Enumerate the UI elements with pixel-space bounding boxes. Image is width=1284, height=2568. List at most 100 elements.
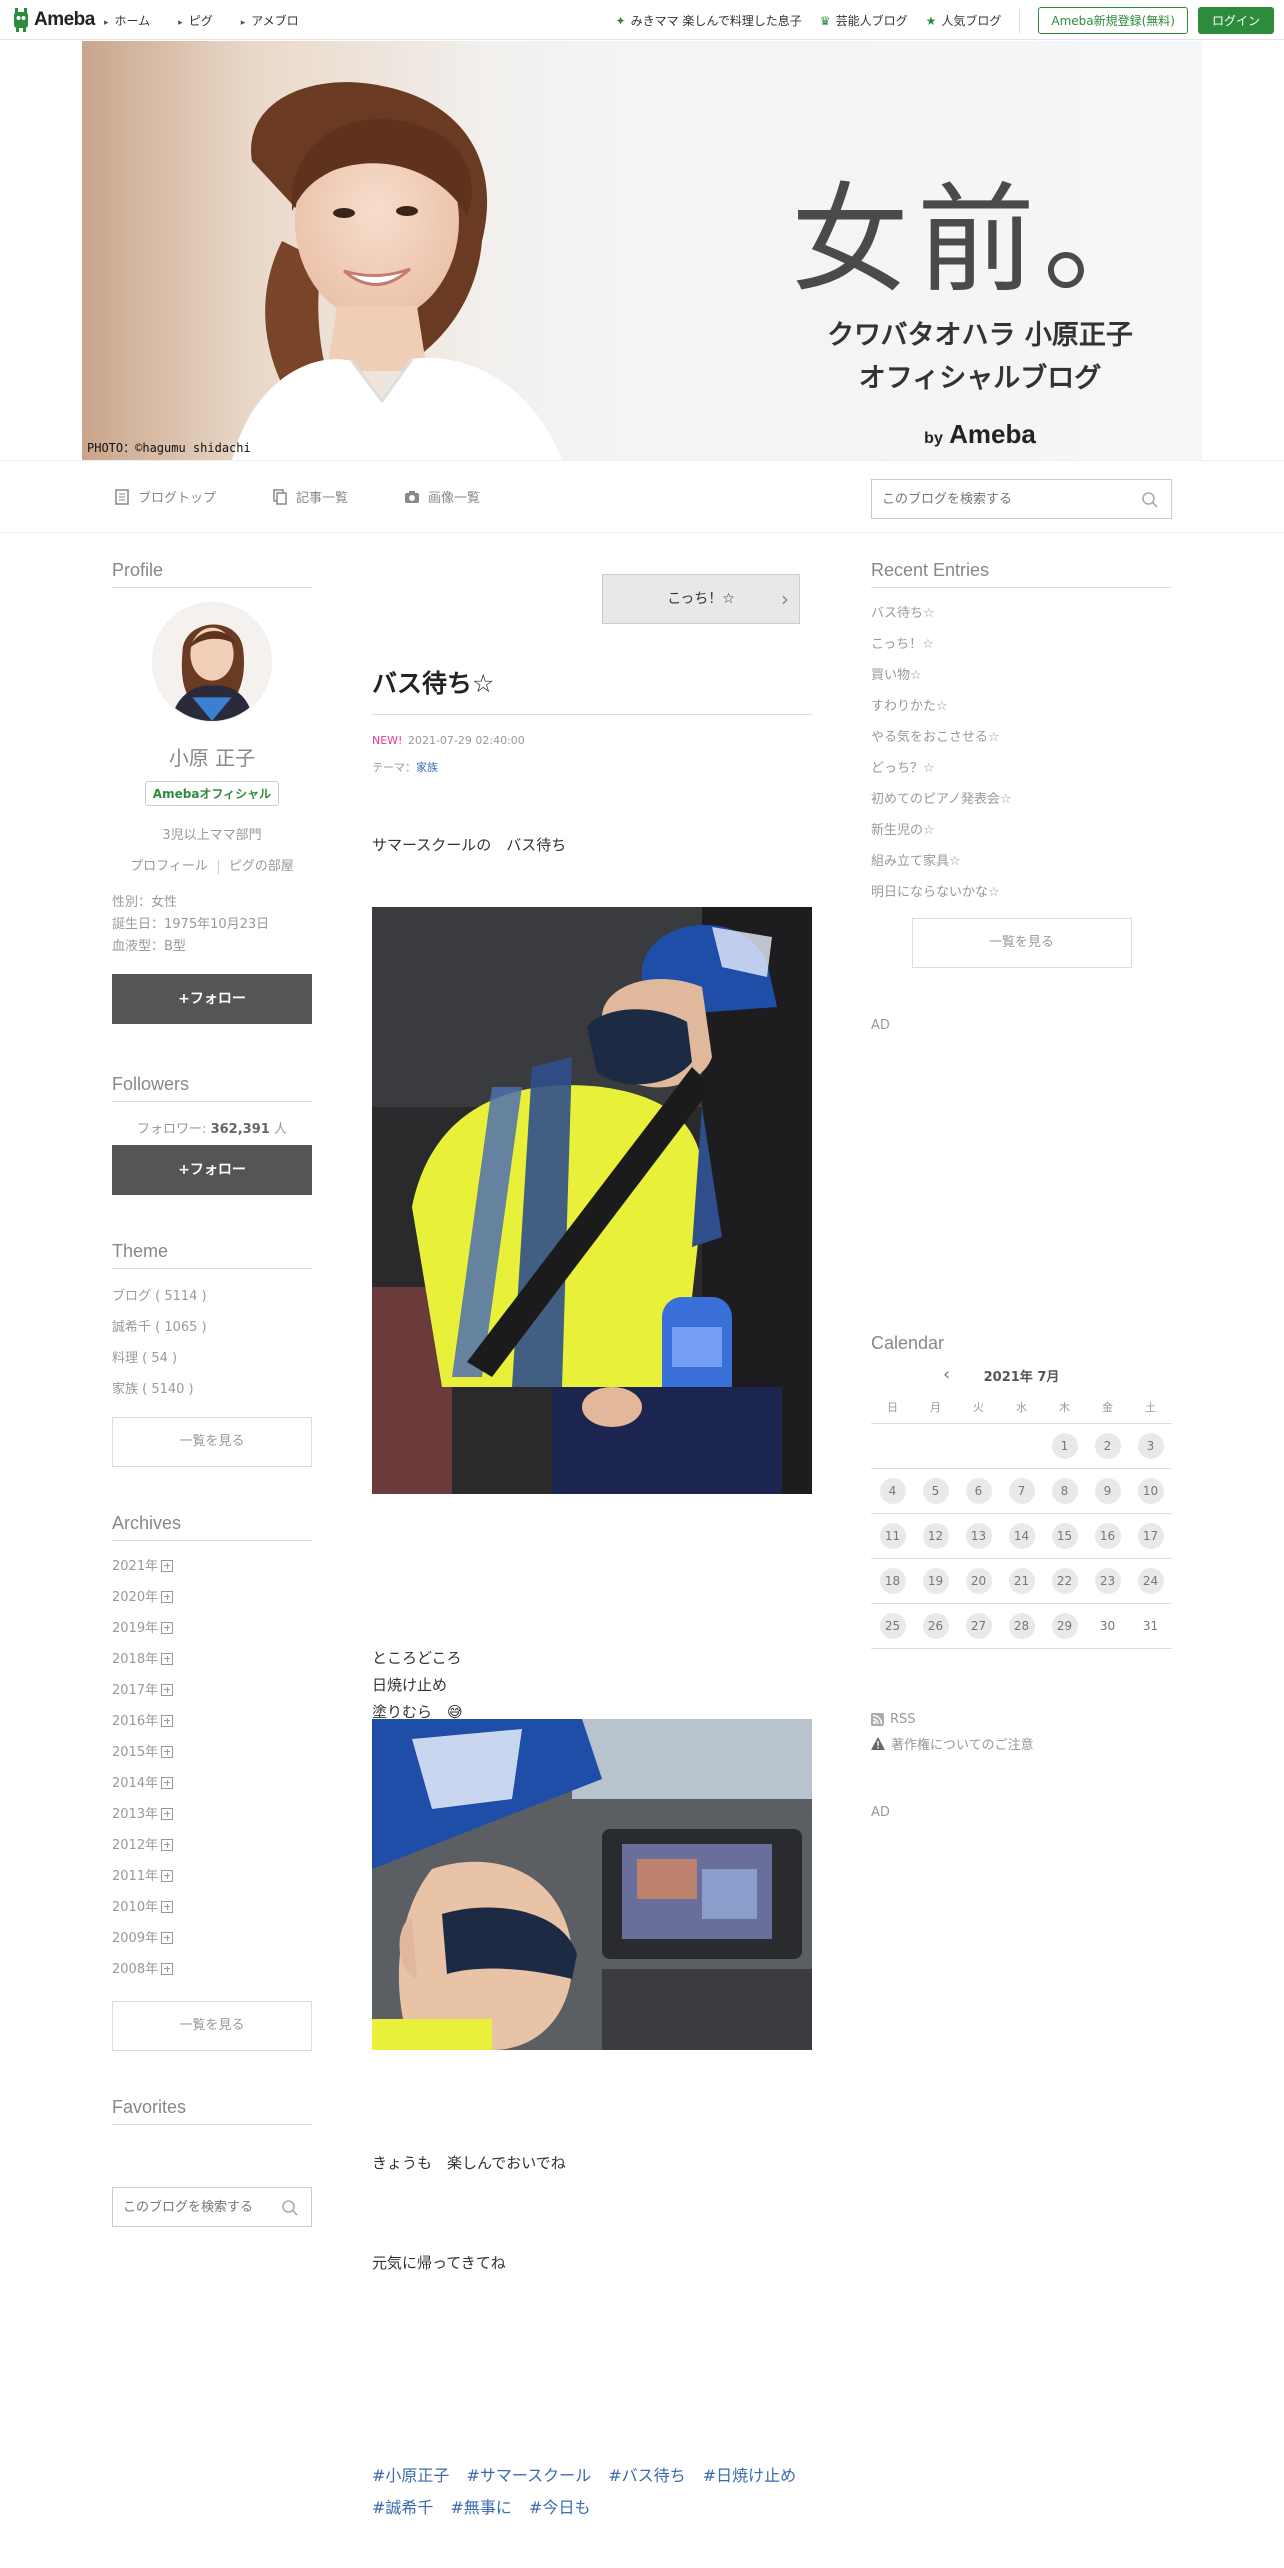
- archive-year[interactable]: 2008年: [112, 1954, 312, 1985]
- calendar-day[interactable]: 11: [871, 1514, 914, 1559]
- archive-year[interactable]: 2010年: [112, 1892, 312, 1923]
- calendar-day[interactable]: 27: [957, 1604, 1000, 1649]
- calendar-day[interactable]: 29: [1043, 1604, 1086, 1649]
- calendar-day[interactable]: 19: [914, 1559, 957, 1604]
- calendar-day[interactable]: 22: [1043, 1559, 1086, 1604]
- archive-year[interactable]: 2019年: [112, 1613, 312, 1644]
- recent-entry-link[interactable]: 買い物☆: [871, 660, 1172, 691]
- blog-search-input[interactable]: [872, 480, 1127, 518]
- recent-entry-link[interactable]: どっち？☆: [871, 753, 1172, 784]
- archive-year[interactable]: 2012年: [112, 1830, 312, 1861]
- login-button[interactable]: ログイン: [1197, 7, 1274, 34]
- recent-entry-link[interactable]: すわりかた☆: [871, 691, 1172, 722]
- recent-entry-link[interactable]: バス待ち☆: [871, 598, 1172, 629]
- follow-button[interactable]: +フォロー: [112, 974, 312, 1024]
- calendar-day[interactable]: 17: [1129, 1514, 1172, 1559]
- expand-icon[interactable]: [161, 1962, 174, 1975]
- link-popular-blogs[interactable]: ★ 人気ブログ: [926, 12, 1002, 29]
- recent-entry-link[interactable]: こっち！☆: [871, 629, 1172, 660]
- hashtag-link[interactable]: #サマースクール: [467, 2466, 592, 2485]
- calendar-day[interactable]: 4: [871, 1469, 914, 1514]
- calendar-day[interactable]: 7: [1000, 1469, 1043, 1514]
- calendar-day[interactable]: 26: [914, 1604, 957, 1649]
- recent-entry-link[interactable]: 明日にならないかな☆: [871, 877, 1172, 908]
- archive-year[interactable]: 2009年: [112, 1923, 312, 1954]
- expand-icon[interactable]: [161, 1931, 174, 1944]
- archive-year[interactable]: 2020年: [112, 1582, 312, 1613]
- calendar-day[interactable]: 24: [1129, 1559, 1172, 1604]
- link-featured-entry[interactable]: ✦ みきママ 楽しんで料理した息子: [616, 12, 802, 29]
- expand-icon[interactable]: [161, 1590, 174, 1603]
- follow-button-2[interactable]: +フォロー: [112, 1145, 312, 1195]
- archive-year[interactable]: 2018年: [112, 1644, 312, 1675]
- expand-icon[interactable]: [161, 1869, 174, 1882]
- theme-more-button[interactable]: 一覧を見る: [112, 1417, 312, 1467]
- expand-icon[interactable]: [161, 1714, 174, 1727]
- archive-year[interactable]: 2017年: [112, 1675, 312, 1706]
- calendar-day[interactable]: 3: [1129, 1424, 1172, 1469]
- pigg-room-link[interactable]: ピグの部屋: [229, 859, 294, 874]
- nav-image-list[interactable]: 画像一覧: [404, 487, 480, 506]
- sidebar-search-input[interactable]: [113, 2188, 282, 2226]
- calendar-day[interactable]: 12: [914, 1514, 957, 1559]
- archive-year[interactable]: 2016年: [112, 1706, 312, 1737]
- blog-header-banner[interactable]: 女前。 クワバタオハラ 小原正子 オフィシャルブログ by Ameba PHOT…: [82, 41, 1202, 460]
- calendar-day[interactable]: 14: [1000, 1514, 1043, 1559]
- copyright-notice-link[interactable]: 著作権についてのご注意: [871, 1731, 1172, 1755]
- hashtag-link[interactable]: #日焼け止め: [703, 2466, 796, 2485]
- calendar-day[interactable]: 31: [1129, 1604, 1172, 1649]
- calendar-day[interactable]: 8: [1043, 1469, 1086, 1514]
- entry-title[interactable]: バス待ち☆: [372, 664, 812, 715]
- calendar-day[interactable]: 16: [1086, 1514, 1129, 1559]
- entry-theme-link[interactable]: 家族: [416, 761, 438, 774]
- nav-pigg[interactable]: ピグ: [178, 12, 213, 29]
- theme-item[interactable]: ブログ ( 5114 ): [112, 1281, 312, 1312]
- calendar-day[interactable]: 1: [1043, 1424, 1086, 1469]
- calendar-day[interactable]: 21: [1000, 1559, 1043, 1604]
- hashtag-link[interactable]: #今日も: [529, 2498, 590, 2517]
- hashtag-link[interactable]: #誠希千: [372, 2498, 433, 2517]
- theme-item[interactable]: 家族 ( 5140 ): [112, 1374, 312, 1405]
- entry-photo-child-seat[interactable]: [372, 907, 812, 1494]
- calendar-day[interactable]: 9: [1086, 1469, 1129, 1514]
- profile-category[interactable]: 3児以上ママ部門: [112, 824, 312, 843]
- recent-entry-link[interactable]: 初めてのピアノ発表会☆: [871, 784, 1172, 815]
- recent-entry-link[interactable]: 新生児の☆: [871, 815, 1172, 846]
- nav-home[interactable]: ホーム: [104, 12, 151, 29]
- register-button[interactable]: Ameba新規登録(無料): [1038, 7, 1188, 34]
- calendar-day[interactable]: 25: [871, 1604, 914, 1649]
- expand-icon[interactable]: [161, 1652, 174, 1665]
- recent-entry-link[interactable]: 組み立て家具☆: [871, 846, 1172, 877]
- ameba-logo[interactable]: Ameba: [12, 8, 95, 32]
- calendar-day[interactable]: 5: [914, 1469, 957, 1514]
- link-celebrity-blogs[interactable]: ♛ 芸能人ブログ: [820, 12, 908, 29]
- expand-icon[interactable]: [161, 1621, 174, 1634]
- calendar-day[interactable]: 10: [1129, 1469, 1172, 1514]
- calendar-day[interactable]: 23: [1086, 1559, 1129, 1604]
- theme-item[interactable]: 料理 ( 54 ): [112, 1343, 312, 1374]
- calendar-day[interactable]: 30: [1086, 1604, 1129, 1649]
- expand-icon[interactable]: [161, 1683, 174, 1696]
- calendar-day[interactable]: 18: [871, 1559, 914, 1604]
- search-icon[interactable]: [1141, 491, 1159, 509]
- calendar-day[interactable]: 2: [1086, 1424, 1129, 1469]
- profile-link[interactable]: プロフィール: [130, 859, 208, 874]
- hashtag-link[interactable]: #小原正子: [372, 2466, 449, 2485]
- next-entry-button[interactable]: こっち！☆ ›: [602, 574, 800, 624]
- expand-icon[interactable]: [161, 1559, 174, 1572]
- expand-icon[interactable]: [161, 1776, 174, 1789]
- archive-year[interactable]: 2014年: [112, 1768, 312, 1799]
- nav-blog-top[interactable]: ブログトップ: [114, 487, 216, 506]
- archives-more-button[interactable]: 一覧を見る: [112, 2001, 312, 2051]
- calendar-day[interactable]: 20: [957, 1559, 1000, 1604]
- nav-ameblo[interactable]: アメブロ: [241, 12, 298, 29]
- entry-photo-car-screen[interactable]: [372, 1719, 812, 2050]
- archive-year[interactable]: 2021年: [112, 1551, 312, 1582]
- chevron-left-icon[interactable]: ‹: [943, 1364, 950, 1385]
- recent-entry-link[interactable]: やる気をおこさせる☆: [871, 722, 1172, 753]
- profile-avatar[interactable]: [152, 602, 272, 722]
- calendar-day[interactable]: 13: [957, 1514, 1000, 1559]
- expand-icon[interactable]: [161, 1838, 174, 1851]
- theme-item[interactable]: 誠希千 ( 1065 ): [112, 1312, 312, 1343]
- archive-year[interactable]: 2013年: [112, 1799, 312, 1830]
